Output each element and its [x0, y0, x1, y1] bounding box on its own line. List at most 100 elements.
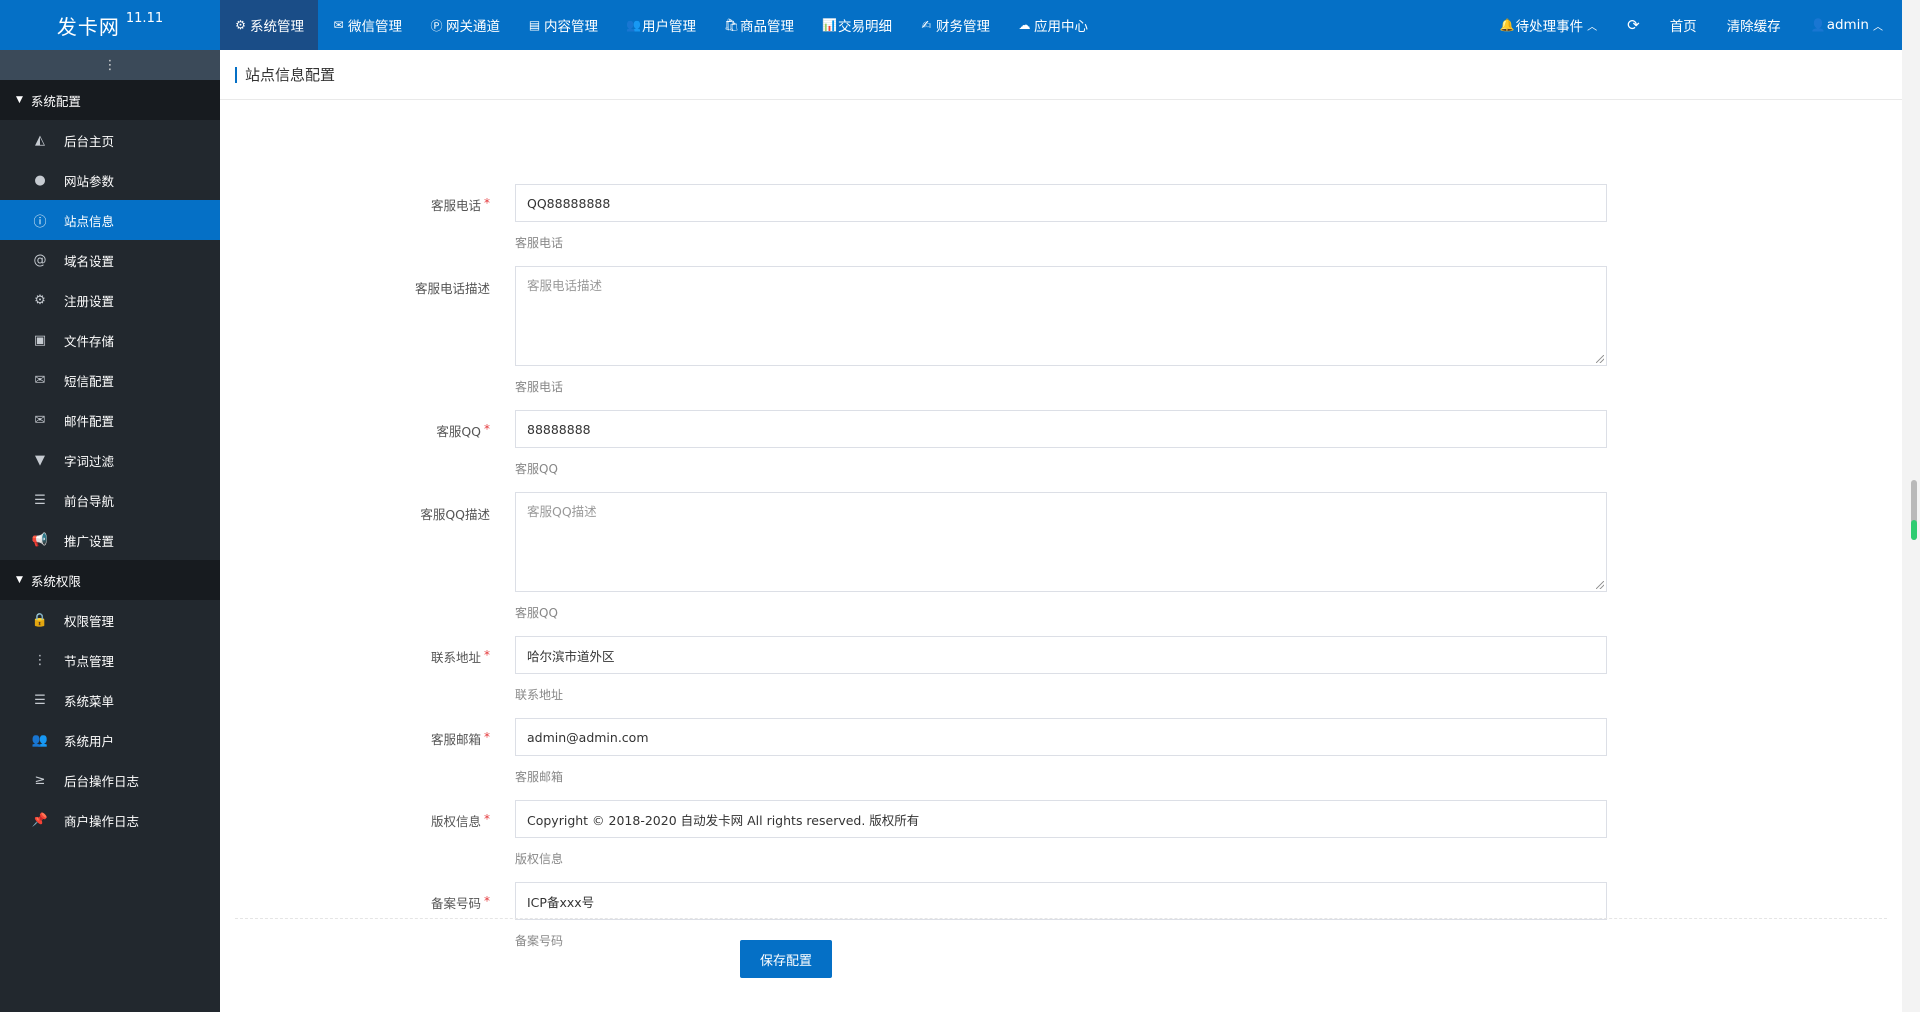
sidebar-item[interactable]: ◭ 后台主页	[0, 120, 220, 160]
sidebar-item[interactable]: 📢 推广设置	[0, 520, 220, 560]
text-input[interactable]: Copyright © 2018-2020 自动发卡网 All rights r…	[515, 800, 1607, 838]
topnav-label: 财务管理	[936, 19, 990, 35]
field-label: 客服电话描述	[220, 278, 490, 297]
sidebar-item-label: 网站参数	[64, 173, 115, 189]
topnav-icon: Ⓟ	[430, 18, 443, 33]
sidebar-item[interactable]: ● 网站参数	[0, 160, 220, 200]
topnav-item-7[interactable]: ✍ 财务管理	[906, 0, 1004, 50]
topnav-item-1[interactable]: ✉ 微信管理	[318, 0, 416, 50]
sidebar-item[interactable]: 🔒 权限管理	[0, 600, 220, 640]
topnav-icon: ⚙	[235, 18, 246, 32]
pending-events-button[interactable]: 🔔 待处理事件 ︿	[1485, 0, 1613, 50]
topnav-label: 内容管理	[544, 19, 598, 35]
brand-logo[interactable]: 发卡网 11.11	[0, 0, 220, 50]
sidebar-item[interactable]: ☰ 前台导航	[0, 480, 220, 520]
refresh-icon: ⟳	[1627, 16, 1640, 34]
topnav-item-4[interactable]: 👥 用户管理	[612, 0, 710, 50]
sidebar-item-label: 文件存储	[64, 333, 115, 349]
sidebar-item[interactable]: @ 域名设置	[0, 240, 220, 280]
sidebar-item[interactable]: 📌 商户操作日志	[0, 800, 220, 840]
sidebar-group-1[interactable]: ▼ 系统权限	[0, 560, 220, 600]
sidebar-item[interactable]: ✉ 邮件配置	[0, 400, 220, 440]
topnav-item-5[interactable]: 🛍 商品管理	[710, 0, 808, 50]
bell-icon: 🔔	[1499, 18, 1515, 32]
sidebar-item[interactable]: ✉ 短信配置	[0, 360, 220, 400]
refresh-button[interactable]: ⟳	[1612, 0, 1655, 50]
caret-down-icon: ▼	[16, 575, 23, 585]
topnav-item-8[interactable]: ☁ 应用中心	[1004, 0, 1102, 50]
textarea-placeholder: 客服电话描述	[527, 278, 603, 293]
field-help-text: 版权信息	[515, 852, 564, 866]
resize-handle-icon[interactable]	[1596, 355, 1604, 363]
topnav-icon: 👥	[626, 18, 641, 32]
sidebar-item[interactable]: ≥ 后台操作日志	[0, 760, 220, 800]
sidebar-item[interactable]: ▼ 字词过滤	[0, 440, 220, 480]
bullhorn-icon: 📢	[31, 532, 49, 548]
top-bar: 发卡网 11.11 ⚙ 系统管理 ✉ 微信管理 Ⓟ 网关通道 ▤ 内容管理 👥 用户管理 🛍 商品管理…	[0, 0, 1902, 50]
save-config-button[interactable]: 保存配置	[740, 940, 832, 978]
sidebar-item[interactable]: ⓘ 站点信息	[0, 200, 220, 240]
sidebar-item-label: 后台操作日志	[64, 773, 140, 789]
input-value: 哈尔滨市道外区	[527, 648, 615, 664]
sidebar-group-title: 系统权限	[30, 573, 81, 589]
text-input[interactable]: 哈尔滨市道外区	[515, 636, 1607, 674]
title-accent-bar	[235, 66, 237, 83]
sidebar-item[interactable]: ☰ 系统菜单	[0, 680, 220, 720]
sidebar-toggle[interactable]: ⋮	[0, 50, 220, 80]
home-link[interactable]: 首页	[1655, 0, 1712, 50]
user-icon: 👤	[1810, 18, 1826, 32]
required-asterisk: *	[484, 730, 490, 744]
topnav-label: 系统管理	[250, 19, 304, 35]
page-scrollbar[interactable]	[1902, 0, 1920, 1012]
input-value: Copyright © 2018-2020 自动发卡网 All rights r…	[527, 812, 920, 828]
field-help-text: 客服电话	[515, 236, 564, 250]
sidebar-group-0[interactable]: ▼ 系统配置	[0, 80, 220, 120]
sidebar-item-label: 节点管理	[64, 653, 115, 669]
description-textarea[interactable]: 客服QQ描述	[515, 492, 1607, 592]
field-label: 版权信息 *	[220, 811, 490, 830]
clear-cache-link[interactable]: 清除缓存	[1712, 0, 1796, 50]
info-icon: ⓘ	[33, 214, 47, 230]
sidebar-item-label: 系统菜单	[64, 693, 115, 709]
form-divider	[235, 918, 1887, 919]
sidebar-item-label: 短信配置	[64, 373, 115, 389]
topnav-item-2[interactable]: Ⓟ 网关通道	[416, 0, 514, 50]
required-asterisk: *	[484, 196, 490, 210]
field-help-text: 客服邮箱	[515, 770, 564, 784]
topnav-icon: 🛍	[724, 18, 740, 32]
topnav-icon: ✍	[921, 18, 932, 32]
topnav-item-3[interactable]: ▤ 内容管理	[514, 0, 612, 50]
text-input[interactable]: ICP备xxx号	[515, 882, 1607, 920]
input-value: QQ88888888	[527, 195, 611, 211]
sidebar-item[interactable]: ⚙ 注册设置	[0, 280, 220, 320]
sidebar-item-label: 推广设置	[64, 533, 115, 549]
sidebar-item-label: 系统用户	[64, 733, 115, 749]
pin-icon: 📌	[31, 812, 49, 828]
topnav-label: 微信管理	[348, 19, 402, 35]
sidebar-item-label: 字词过滤	[64, 453, 115, 469]
field-help-text: 客服QQ	[515, 606, 558, 620]
sidebar-item[interactable]: ⋮ 节点管理	[0, 640, 220, 680]
description-textarea[interactable]: 客服电话描述	[515, 266, 1607, 366]
topnav-item-6[interactable]: 📊 交易明细	[808, 0, 906, 50]
sidebar-item[interactable]: 👥 系统用户	[0, 720, 220, 760]
sidebar-item-label: 权限管理	[64, 613, 115, 629]
user-menu[interactable]: 👤 admin ︿	[1796, 0, 1898, 50]
area-chart-icon: ◭	[35, 132, 45, 148]
required-asterisk: *	[484, 812, 490, 826]
filter-icon: ▼	[35, 452, 45, 468]
sidebar-item-label: 邮件配置	[64, 413, 115, 429]
terminal-icon: ≥	[34, 772, 46, 788]
text-input[interactable]: QQ88888888	[515, 184, 1607, 222]
page-title: 站点信息配置	[245, 66, 336, 84]
sidebar: ⋮ ▼ 系统配置 ◭ 后台主页 ● 网站参数 ⓘ 站点信息 @ 域名设置 ⚙ 注册设置 ▣ 文件存储 ✉ 短信…	[0, 50, 220, 1012]
text-input[interactable]: 88888888	[515, 410, 1607, 448]
sidebar-item-label: 注册设置	[64, 293, 115, 309]
resize-handle-icon[interactable]	[1596, 581, 1604, 589]
field-label: 联系地址 *	[220, 647, 490, 666]
topnav-item-0[interactable]: ⚙ 系统管理	[220, 0, 318, 50]
envelope-icon: ✉	[34, 412, 46, 428]
text-input[interactable]: admin@admin.com	[515, 718, 1607, 756]
sidebar-item[interactable]: ▣ 文件存储	[0, 320, 220, 360]
sidebar-item-label: 站点信息	[64, 213, 115, 229]
